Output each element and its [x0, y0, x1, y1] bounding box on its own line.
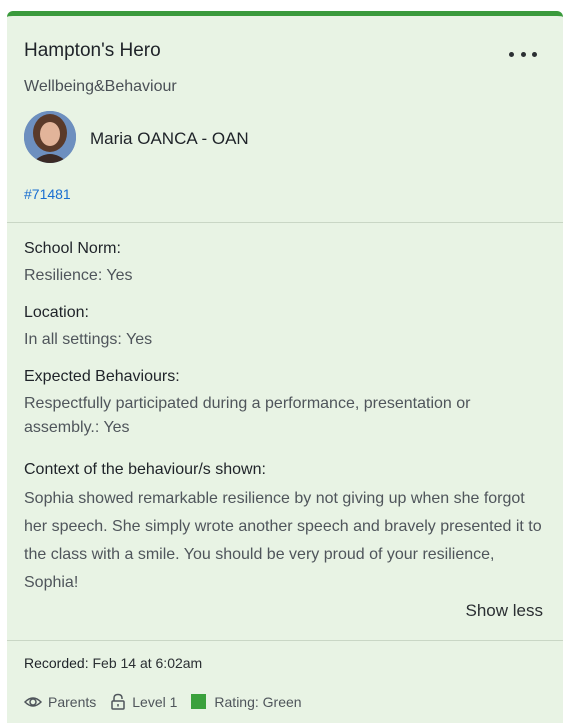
context-label: Context of the behaviour/s shown:	[24, 461, 266, 478]
eye-icon	[24, 696, 42, 707]
visibility-item: Parents	[24, 694, 96, 710]
expected-behaviours-label: Expected Behaviours:	[24, 368, 180, 385]
card-category: Wellbeing&Behaviour	[24, 78, 177, 95]
show-less-button[interactable]: Show less	[466, 601, 543, 621]
recorded-line: Recorded: Feb 14 at 6:02am	[24, 655, 202, 671]
meta-row: Parents Level 1 Rating: Green	[24, 693, 316, 710]
card-title: Hampton's Hero	[24, 40, 161, 61]
location-value: In all settings: Yes	[24, 331, 153, 348]
visibility-text: Parents	[48, 693, 97, 710]
rating-item: Rating: Green	[191, 693, 302, 710]
recorded-label: Recorded:	[24, 655, 89, 671]
more-options-icon[interactable]	[509, 44, 537, 64]
avatar	[24, 111, 76, 163]
author-name: Maria OANCA - OAN	[90, 129, 249, 148]
card-header: Hampton's Hero Wellbeing&Behaviour Maria…	[7, 16, 563, 223]
card-details: School Norm: Resilience: Yes Location: I…	[7, 223, 563, 641]
lock-icon	[111, 693, 125, 710]
level-text: Level 1	[132, 693, 178, 710]
rating-text: Rating: Green	[214, 693, 302, 710]
behaviour-card: Hampton's Hero Wellbeing&Behaviour Maria…	[7, 11, 563, 723]
expected-behaviours-value: Respectfully participated during a perfo…	[24, 395, 471, 436]
school-norm-value: Resilience: Yes	[24, 267, 133, 284]
school-norm-label: School Norm:	[24, 240, 121, 257]
context-value: Sophia showed remarkable resilience by n…	[24, 490, 542, 591]
location-label: Location:	[24, 304, 89, 321]
level-item: Level 1	[110, 693, 177, 710]
rating-swatch-icon	[191, 694, 207, 709]
reference-link[interactable]: #71481	[24, 186, 71, 202]
recorded-value: Feb 14 at 6:02am	[92, 655, 203, 671]
